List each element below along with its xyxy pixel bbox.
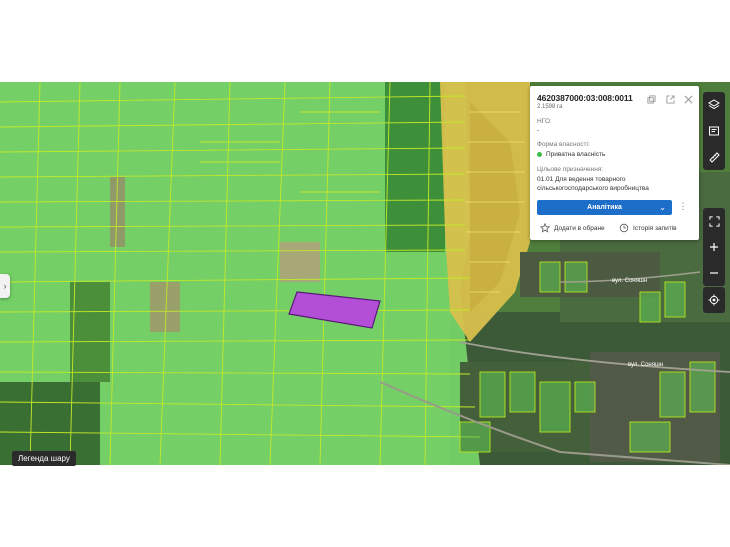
- history-button[interactable]: Історія запитів: [619, 223, 677, 233]
- chevron-down-icon: ⌄: [659, 203, 666, 212]
- analytics-button[interactable]: Аналітика ⌄: [537, 200, 672, 215]
- favorite-label: Додати в обране: [554, 224, 605, 232]
- zoom-in-icon[interactable]: [703, 234, 725, 260]
- ngo-value: -: [537, 127, 540, 134]
- ownership-label: Форма власності:: [537, 141, 590, 148]
- ownership-text: Приватна власність: [546, 151, 606, 158]
- ruler-icon[interactable]: [703, 144, 725, 170]
- ownership-value: Приватна власність: [537, 151, 605, 158]
- map-tools-locate: [703, 287, 725, 313]
- chevron-right-icon[interactable]: ›: [0, 274, 10, 298]
- legend-button[interactable]: Легенда шару: [12, 451, 76, 466]
- purpose-label: Цільове призначення:: [537, 166, 604, 173]
- purpose-value: 01.01 Для ведення товарного сільськогосп…: [537, 176, 649, 192]
- cadastral-number: 4620387000:03:008:0011: [537, 93, 633, 103]
- history-label: Історія запитів: [633, 224, 677, 232]
- zoom-out-icon[interactable]: [703, 260, 725, 286]
- analytics-label: Аналітика: [587, 204, 622, 211]
- more-options-icon[interactable]: ⋮: [678, 201, 688, 212]
- parcel-info-card: 4620387000:03:008:0011 2.1598 га НГО: - …: [530, 86, 699, 240]
- status-dot: [537, 151, 542, 157]
- history-icon: [619, 223, 629, 233]
- copy-icon[interactable]: [646, 95, 656, 105]
- locate-icon[interactable]: [703, 287, 725, 313]
- open-external-icon[interactable]: [665, 95, 675, 105]
- favorite-button[interactable]: Додати в обране: [540, 223, 605, 233]
- fullscreen-icon[interactable]: [703, 208, 725, 234]
- street-label-2: вул. Соняшн: [628, 362, 663, 368]
- close-icon[interactable]: [683, 95, 693, 105]
- map-tools-zoom: [703, 208, 725, 286]
- identify-icon[interactable]: [703, 118, 725, 144]
- layers-icon[interactable]: [703, 92, 725, 118]
- map-tools-top: [703, 92, 725, 170]
- ngo-label: НГО:: [537, 118, 552, 125]
- star-icon: [540, 223, 550, 233]
- parcel-area: 2.1598 га: [537, 104, 563, 110]
- street-label-1: вул. Соняшн: [612, 278, 647, 284]
